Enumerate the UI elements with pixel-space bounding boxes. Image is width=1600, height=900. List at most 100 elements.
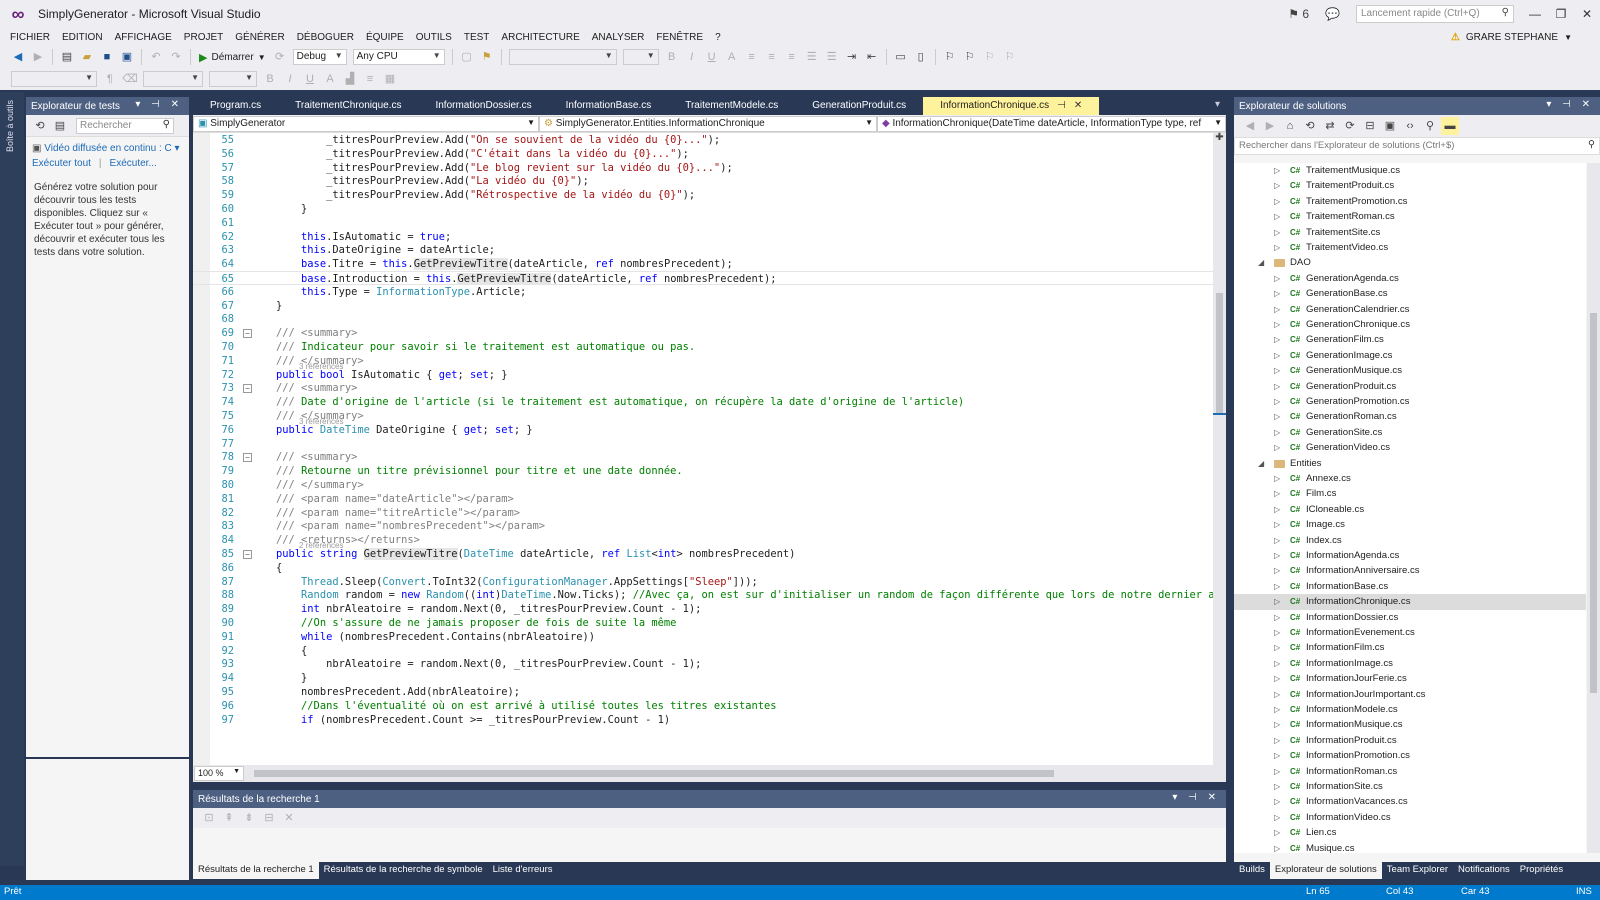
menu-projet[interactable]: PROJET bbox=[178, 32, 229, 43]
tree-file[interactable]: ▷ C# GenerationVideo.cs bbox=[1234, 440, 1586, 455]
menu-test[interactable]: TEST bbox=[458, 32, 496, 43]
menu-fichier[interactable]: FICHIER bbox=[4, 32, 56, 43]
uncomment-icon[interactable]: ▯ bbox=[912, 48, 930, 66]
tree-file[interactable]: ▷ C# GenerationRoman.cs bbox=[1234, 409, 1586, 424]
find-in-files-icon[interactable]: ▢ bbox=[458, 48, 476, 66]
save-icon[interactable]: ■ bbox=[98, 48, 116, 66]
tree-file[interactable]: ▷ C# InformationJourFerie.cs bbox=[1234, 671, 1586, 686]
pane-controls[interactable]: ▾ ⊣ ✕ bbox=[1546, 99, 1594, 110]
code-line[interactable]: 92 { bbox=[193, 644, 1213, 658]
font-name-combo[interactable]: ▼ bbox=[143, 71, 203, 87]
menu-fenetre[interactable]: FENÊTRE bbox=[650, 32, 709, 43]
tree-file[interactable]: ▷ C# Musique.cs bbox=[1234, 841, 1586, 853]
preview-icon[interactable]: ▬ bbox=[1441, 117, 1459, 135]
collapsed-arrow-icon[interactable]: ▷ bbox=[1274, 640, 1280, 655]
collapsed-arrow-icon[interactable]: ▷ bbox=[1274, 625, 1280, 640]
code-line[interactable]: 85− public string GetPreviewTitre(DateTi… bbox=[193, 547, 1213, 561]
tree-file[interactable]: ▷ C# GenerationFilm.cs bbox=[1234, 332, 1586, 347]
collapsed-arrow-icon[interactable]: ▷ bbox=[1274, 163, 1280, 178]
bottom-panel-tab[interactable]: Résultats de la recherche de symbole bbox=[319, 862, 488, 879]
collapsed-arrow-icon[interactable]: ▷ bbox=[1274, 348, 1280, 363]
code-line[interactable]: 68 bbox=[193, 312, 1213, 326]
menu-architecture[interactable]: ARCHITECTURE bbox=[495, 32, 585, 43]
code-line[interactable]: 95 nombresPrecedent.Add(nbrAleatoire); bbox=[193, 685, 1213, 699]
code-line[interactable]: 69− /// <summary> bbox=[193, 326, 1213, 340]
collapsed-arrow-icon[interactable]: ▷ bbox=[1274, 687, 1280, 702]
code-line[interactable]: 82 /// <param name="titreArticle"></para… bbox=[193, 506, 1213, 520]
expanded-arrow-icon[interactable]: ◢ bbox=[1258, 456, 1264, 471]
tree-file[interactable]: ▷ C# GenerationMusique.cs bbox=[1234, 363, 1586, 378]
code-line[interactable]: 74 /// Date d'origine de l'article (si l… bbox=[193, 395, 1213, 409]
bookmark-next-icon[interactable]: ⚐ bbox=[981, 48, 999, 66]
next-location-icon[interactable]: ⇟ bbox=[240, 809, 258, 827]
tree-file[interactable]: ▷ C# TraitementSite.cs bbox=[1234, 225, 1586, 240]
indent-icon[interactable]: ⇥ bbox=[843, 48, 861, 66]
tree-file[interactable]: ▷ C# InformationChronique.cs bbox=[1234, 594, 1586, 610]
font-color-icon[interactable]: A bbox=[723, 48, 741, 66]
tree-file[interactable]: ▷ C# GenerationAgenda.cs bbox=[1234, 271, 1586, 286]
bottom-panel-tab[interactable]: Résultats de la recherche 1 bbox=[193, 862, 319, 879]
code-line[interactable]: 71 /// </summary> bbox=[193, 354, 1213, 368]
menu-analyser[interactable]: ANALYSER bbox=[586, 32, 651, 43]
tree-file[interactable]: ▷ C# ICloneable.cs bbox=[1234, 502, 1586, 517]
code-line[interactable]: 62 this.IsAutomatic = true; bbox=[193, 230, 1213, 244]
tree-file[interactable]: ▷ C# TraitementMusique.cs bbox=[1234, 163, 1586, 178]
split-editor-icon[interactable]: ✚ bbox=[1213, 133, 1226, 143]
pending-changes-icon[interactable]: ⟲ bbox=[1301, 117, 1319, 135]
solution-search-input[interactable]: Rechercher dans l'Explorateur de solutio… bbox=[1234, 137, 1600, 155]
find-combo[interactable]: ▼ bbox=[508, 49, 617, 65]
collapsed-arrow-icon[interactable]: ▷ bbox=[1274, 194, 1280, 209]
font-color-icon-2[interactable]: A bbox=[321, 70, 339, 88]
save-all-icon[interactable]: ▣ bbox=[118, 48, 136, 66]
list-view-icon[interactable]: ▤ bbox=[51, 117, 69, 135]
code-line[interactable]: 90 //On s'assure de ne jamais proposer d… bbox=[193, 616, 1213, 630]
collapsed-arrow-icon[interactable]: ▷ bbox=[1274, 332, 1280, 347]
collapsed-arrow-icon[interactable]: ▷ bbox=[1274, 594, 1280, 609]
collapsed-arrow-icon[interactable]: ▷ bbox=[1274, 702, 1280, 717]
code-line[interactable]: 76 public DateTime DateOrigine { get; se… bbox=[193, 423, 1213, 437]
code-line[interactable]: 59 _titresPourPreview.Add("Rétrospective… bbox=[193, 188, 1213, 202]
close-tab-icon[interactable]: ✕ bbox=[1074, 100, 1082, 111]
font-size-combo-2[interactable]: ▼ bbox=[209, 71, 257, 87]
underline-icon[interactable]: U bbox=[703, 48, 721, 66]
code-line[interactable]: 93 nbrAleatoire = random.Next(0, _titres… bbox=[193, 657, 1213, 671]
clear-filter-icon[interactable]: ⊟ bbox=[260, 809, 278, 827]
tree-file[interactable]: ▷ C# GenerationSite.cs bbox=[1234, 425, 1586, 440]
run-all-link[interactable]: Exécuter tout bbox=[32, 158, 91, 169]
pane-controls[interactable]: ▾ ⊣ ✕ bbox=[1172, 792, 1220, 803]
goto-location-icon[interactable]: ⊡ bbox=[200, 809, 218, 827]
menu-edition[interactable]: EDITION bbox=[56, 32, 109, 43]
collapsed-arrow-icon[interactable]: ▷ bbox=[1274, 841, 1280, 853]
document-tab[interactable]: InformationChronique.cs ⊣ ✕ bbox=[923, 97, 1100, 115]
code-line[interactable]: 63 this.DateOrigine = dateArticle; bbox=[193, 243, 1213, 257]
code-line[interactable]: 65 base.Introduction = this.GetPreviewTi… bbox=[193, 271, 1213, 285]
tab-list-dropdown-icon[interactable]: ▾ bbox=[1215, 99, 1220, 110]
collapsed-arrow-icon[interactable]: ▷ bbox=[1274, 579, 1280, 594]
bookmark-icon[interactable]: ⚐ bbox=[941, 48, 959, 66]
collapsed-arrow-icon[interactable]: ▷ bbox=[1274, 363, 1280, 378]
align-left-icon[interactable]: ≡ bbox=[743, 48, 761, 66]
tree-file[interactable]: ▷ C# InformationAgenda.cs bbox=[1234, 548, 1586, 563]
outdent-icon[interactable]: ⇤ bbox=[863, 48, 881, 66]
pin-icon[interactable]: ⊣ bbox=[1057, 100, 1066, 111]
code-line[interactable]: 77 bbox=[193, 437, 1213, 451]
collapsed-arrow-icon[interactable]: ▷ bbox=[1274, 440, 1280, 455]
sync-icon[interactable]: ⇄ bbox=[1321, 117, 1339, 135]
member-nav-dropdown[interactable]: ◆ InformationChronique(DateTime dateArti… bbox=[877, 116, 1226, 132]
collapsed-arrow-icon[interactable]: ▷ bbox=[1274, 563, 1280, 578]
comment-icon[interactable]: ▭ bbox=[892, 48, 910, 66]
code-line[interactable]: 56 _titresPourPreview.Add("C'était dans … bbox=[193, 147, 1213, 161]
tree-file[interactable]: ▷ C# GenerationBase.cs bbox=[1234, 286, 1586, 301]
tree-file[interactable]: ▷ C# GenerationCalendrier.cs bbox=[1234, 302, 1586, 317]
code-line[interactable]: 91 while (nombresPrecedent.Contains(nbrA… bbox=[193, 630, 1213, 644]
code-line[interactable]: 57 _titresPourPreview.Add("Le blog revie… bbox=[193, 161, 1213, 175]
collapsed-arrow-icon[interactable]: ▷ bbox=[1274, 471, 1280, 486]
code-line[interactable]: 55 _titresPourPreview.Add("On se souvien… bbox=[193, 133, 1213, 147]
code-line[interactable]: 67 } bbox=[193, 299, 1213, 313]
clear-format-icon[interactable]: ⌫ bbox=[121, 70, 139, 88]
align-icon[interactable]: ≡ bbox=[361, 70, 379, 88]
run-link[interactable]: Exécuter... bbox=[110, 158, 157, 169]
collapsed-arrow-icon[interactable]: ▷ bbox=[1274, 394, 1280, 409]
menu-help[interactable]: ? bbox=[709, 32, 727, 43]
document-tab[interactable]: InformationDossier.cs bbox=[418, 97, 548, 115]
